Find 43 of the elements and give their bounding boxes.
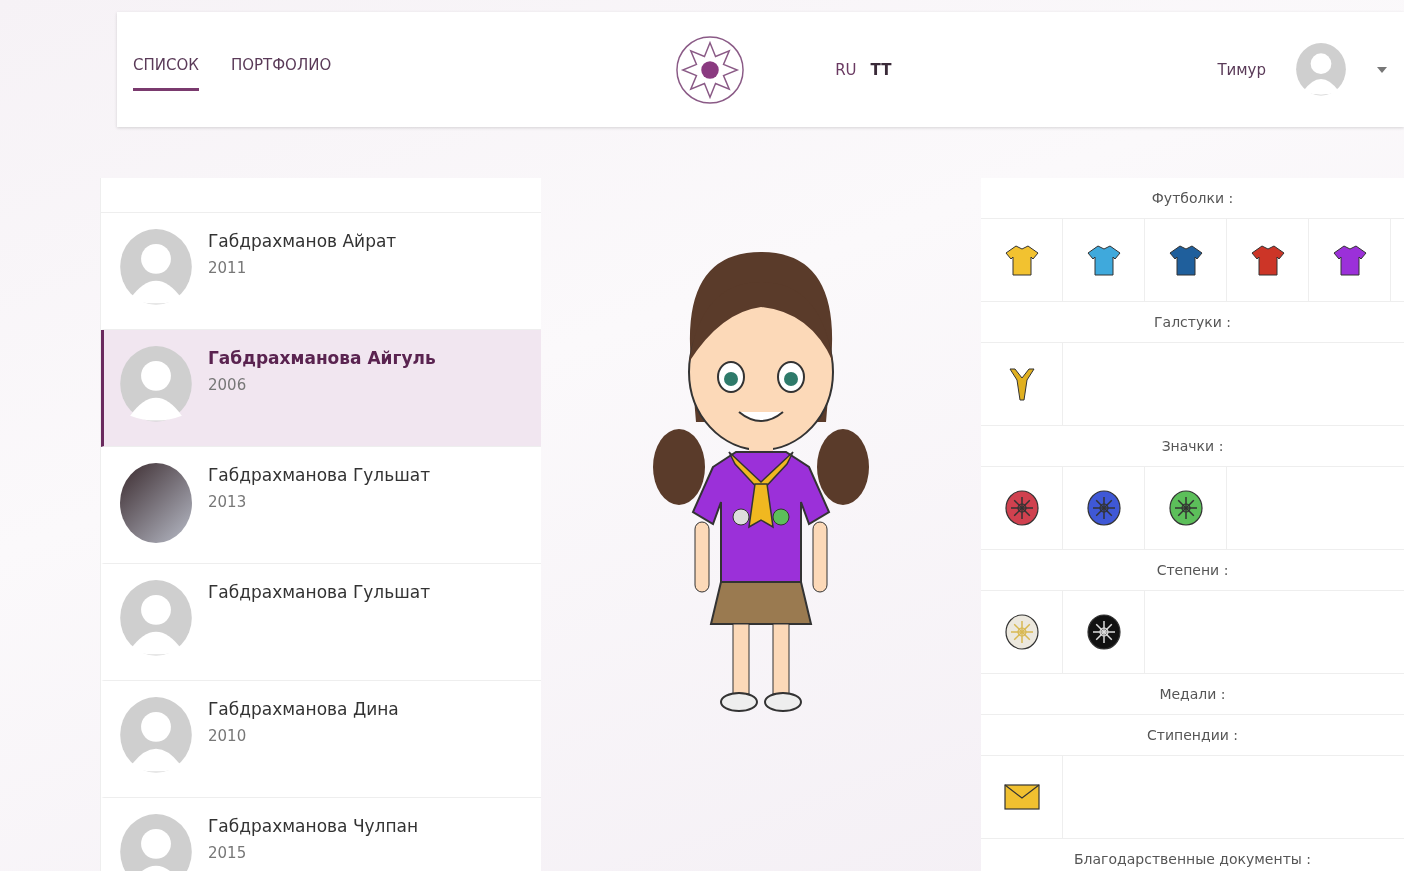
person-year: 2011 <box>208 259 248 277</box>
nav-tab[interactable]: СПИСОК <box>133 48 199 91</box>
t-shirt-icon[interactable] <box>1250 243 1285 277</box>
badge-icon[interactable] <box>1168 490 1203 526</box>
avatar-icon <box>120 580 192 656</box>
degree-icon[interactable] <box>1086 614 1121 650</box>
nav-tab[interactable]: ПОРТФОЛИО <box>230 48 332 91</box>
section-title: Значки : <box>981 426 1404 467</box>
avatar-icon <box>120 229 192 305</box>
avatar-icon <box>1296 43 1346 96</box>
language-link[interactable]: TT <box>870 60 892 79</box>
person-year: 2006 <box>208 376 248 394</box>
user-name[interactable]: Тимур <box>1217 60 1266 79</box>
neckerchief-icon[interactable] <box>1006 366 1037 402</box>
person-name: Габдрахманова Дина <box>208 699 399 719</box>
envelope-icon[interactable] <box>1003 784 1040 810</box>
t-shirt-icon[interactable] <box>1332 243 1367 277</box>
avatar-icon <box>120 814 192 871</box>
language-link[interactable]: RU <box>835 60 857 79</box>
person-name: Габдрахманова Айгуль <box>208 348 436 368</box>
section-title: Футболки : <box>981 178 1404 219</box>
badge-icon[interactable] <box>1086 490 1121 526</box>
t-shirt-icon[interactable] <box>1086 243 1121 277</box>
t-shirt-icon[interactable] <box>1168 243 1203 277</box>
person-year: 2015 <box>208 844 248 862</box>
section-title: Благодарственные документы : <box>981 839 1404 871</box>
section-title: Галстуки : <box>981 302 1404 343</box>
avatar-icon <box>120 346 192 422</box>
section-title: Стипендии : <box>981 715 1404 756</box>
degree-icon[interactable] <box>1004 614 1039 650</box>
person-year: 2013 <box>208 493 248 511</box>
section-title: Степени : <box>981 550 1404 591</box>
person-name: Габдрахманов Айрат <box>208 231 397 251</box>
badge-icon[interactable] <box>1004 490 1039 526</box>
person-year: 2010 <box>208 727 248 745</box>
person-name: Габдрахманова Чулпан <box>208 816 419 836</box>
avatar-icon <box>120 697 192 773</box>
person-name: Габдрахманова Гульшат <box>208 465 431 485</box>
person-name: Габдрахманова Гульшат <box>208 582 431 602</box>
t-shirt-icon[interactable] <box>1004 243 1039 277</box>
person-list-item[interactable]: Габдрахманова Айгуль 2006 <box>101 330 541 447</box>
caret-icon[interactable] <box>1376 65 1388 74</box>
section-title: Медали : <box>981 674 1404 715</box>
